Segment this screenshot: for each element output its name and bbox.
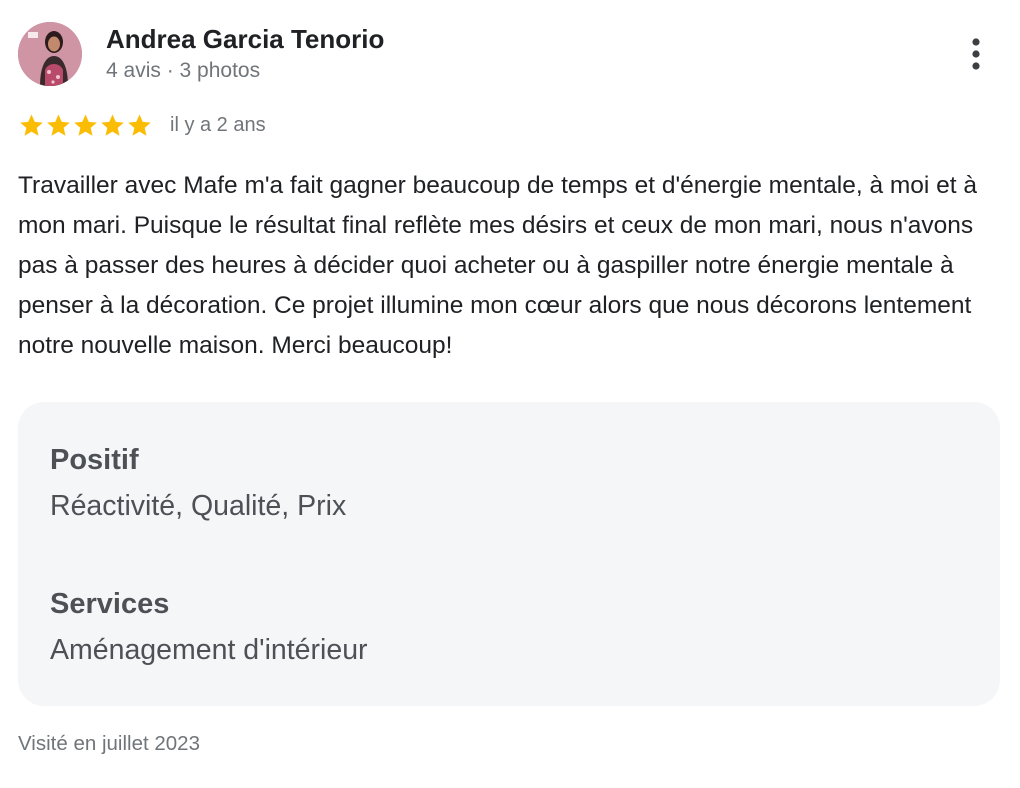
visit-date: Visité en juillet 2023 [18, 732, 200, 755]
more-vert-icon [972, 38, 980, 70]
review-date: il y a 2 ans [170, 113, 266, 136]
more-options-button[interactable] [956, 34, 996, 74]
services-title: Services [50, 588, 170, 620]
star-icon [128, 113, 151, 136]
services-value: Aménagement d'intérieur [50, 634, 368, 666]
avatar-image [18, 22, 82, 86]
star-icon [47, 113, 70, 136]
review-text: Travailler avec Mafe m'a fait gagner bea… [18, 172, 978, 359]
attributes-card: Positif Réactivité, Qualité, Prix Servic… [18, 402, 1000, 706]
star-icon [74, 113, 97, 136]
author-name[interactable]: Andrea Garcia Tenorio [106, 22, 384, 56]
positive-value: Réactivité, Qualité, Prix [50, 490, 347, 522]
positive-title: Positif [50, 444, 139, 476]
star-icon [20, 113, 43, 136]
review-card: Andrea Garcia Tenorio 4 avis · 3 photos … [0, 0, 1020, 788]
author-meta: 4 avis · 3 photos [106, 59, 261, 82]
star-rating [18, 112, 153, 139]
avatar[interactable] [18, 22, 82, 86]
rating-row: il y a 2 ans [18, 110, 266, 140]
star-icon [101, 113, 124, 136]
